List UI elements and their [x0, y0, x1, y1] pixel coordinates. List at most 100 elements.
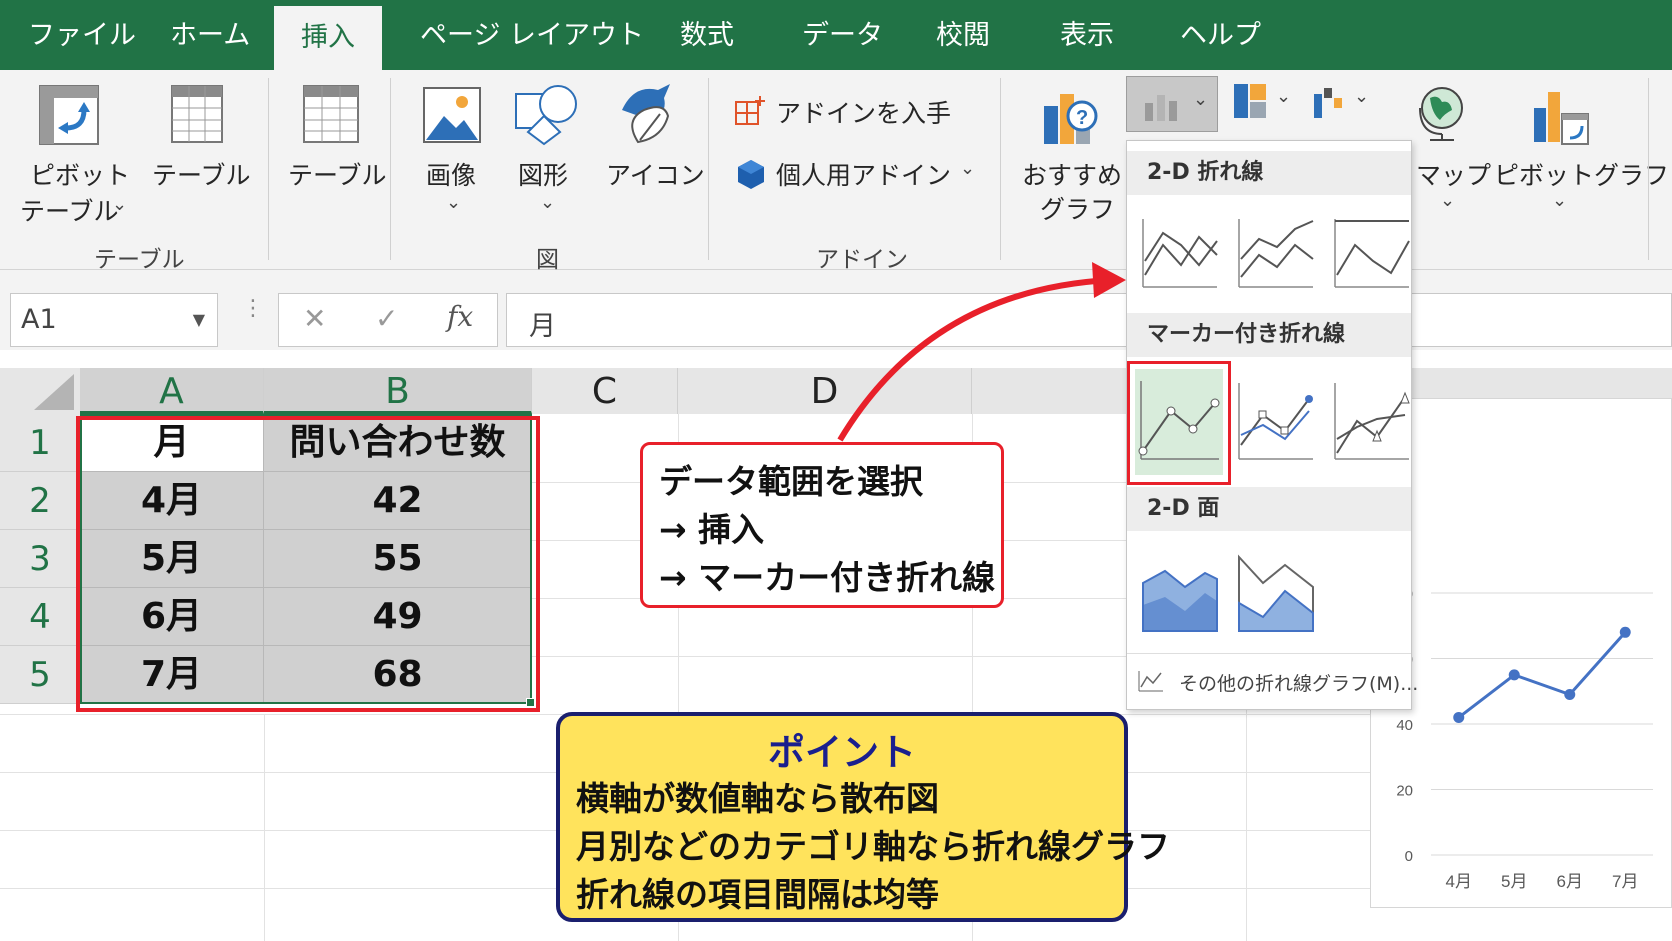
line-chart[interactable]: 0204060804月5月6月7月: [1370, 398, 1672, 908]
stacked-line-chart-thumb[interactable]: [1235, 215, 1315, 291]
cell-a4[interactable]: 6月: [80, 588, 264, 646]
enter-icon[interactable]: ✓: [375, 302, 398, 335]
pivot-table-label-1: ピボット: [30, 161, 131, 190]
chevron-down-icon: ⌄: [1552, 190, 1568, 211]
shapes-icon: [515, 85, 577, 146]
column-header-b[interactable]: B: [264, 368, 532, 414]
ribbon-separator: [390, 78, 391, 260]
point-line-3: 折れ線の項目間隔は均等: [576, 875, 939, 914]
cell-b3[interactable]: 55: [264, 530, 532, 588]
group-label-table: テーブル: [94, 247, 185, 273]
section-2d-area: 2-D 面: [1127, 487, 1411, 531]
tab-page-layout[interactable]: ページ レイアウト: [420, 0, 644, 70]
100pct-stacked-line-with-markers-thumb[interactable]: [1331, 375, 1411, 469]
tab-view[interactable]: 表示: [1060, 0, 1114, 70]
select-all-corner[interactable]: [0, 368, 80, 414]
icons-icon: [622, 84, 670, 144]
x-tick-label: 6月: [1557, 872, 1583, 891]
chevron-down-icon: ⌄: [960, 158, 976, 179]
ribbon-separator: [268, 78, 269, 260]
x-tick-label: 4月: [1446, 872, 1472, 891]
shapes-label: 図形: [518, 161, 569, 190]
point-callout: ポイント 横軸が数値軸なら散布図 月別などのカテゴリ軸なら折れ線グラフ 折れ線の…: [556, 712, 1170, 922]
map-label: マップ: [1416, 161, 1492, 190]
tab-review[interactable]: 校閲: [936, 0, 990, 70]
column-header-a[interactable]: A: [80, 368, 264, 414]
100pct-stacked-line-chart-thumb[interactable]: [1331, 215, 1411, 291]
y-tick-label: 0: [1405, 848, 1413, 865]
cell-a2[interactable]: 4月: [80, 472, 264, 530]
line-chart-dropdown: 2-D 折れ線 マーカー付き折れ線 2-D 面 その他の折れ線グラフ(M)...: [1126, 140, 1418, 710]
image-label: 画像: [426, 161, 477, 190]
chevron-down-icon: ⌄: [446, 192, 462, 213]
formula-value: 月: [529, 311, 556, 342]
stacked-area-chart-thumb[interactable]: [1235, 553, 1315, 635]
chevron-down-icon: ⌄: [540, 192, 556, 213]
globe-icon: [1419, 87, 1463, 141]
row-header-5[interactable]: 5: [0, 646, 80, 704]
cell-b4[interactable]: 49: [264, 588, 532, 646]
cell-a5[interactable]: 7月: [80, 646, 264, 704]
ribbon-separator: [708, 78, 709, 260]
tab-home[interactable]: ホーム: [170, 0, 250, 70]
formula-controls: ✕ ✓ fx: [278, 293, 498, 347]
chevron-down-icon: ⌄: [1276, 86, 1292, 107]
tab-help[interactable]: ヘルプ: [1180, 0, 1261, 70]
x-tick-label: 7月: [1612, 872, 1638, 891]
more-options-icon[interactable]: ⋮: [242, 296, 264, 321]
fill-handle[interactable]: [526, 698, 535, 707]
row-header-1[interactable]: 1: [0, 414, 80, 472]
select-all-triangle-icon: [34, 374, 74, 410]
pivot-table-label-2: テーブル: [20, 197, 119, 226]
hierarchy-chart-icon: [1234, 84, 1266, 118]
name-box[interactable]: A1 ▼: [10, 293, 218, 347]
x-tick-label: 5月: [1501, 872, 1527, 891]
tab-file[interactable]: ファイル: [28, 0, 136, 70]
data-point: [1508, 669, 1520, 681]
section-marker-line: マーカー付き折れ線: [1127, 313, 1411, 357]
area-chart-thumb[interactable]: [1139, 553, 1219, 635]
my-addins-label: 個人用アドイン: [776, 161, 952, 190]
stacked-line-with-markers-thumb[interactable]: [1235, 375, 1315, 469]
series-line: [1457, 631, 1627, 719]
chevron-down-icon: ⌄: [1440, 190, 1456, 211]
excel-window: { "tabs": ["ファイル", "ホーム", "挿入", "ページ レイア…: [0, 0, 1672, 941]
divider: [1127, 653, 1411, 654]
row-header-3[interactable]: 3: [0, 530, 80, 588]
cancel-icon[interactable]: ✕: [303, 302, 326, 335]
row-header-2[interactable]: 2: [0, 472, 80, 530]
more-line-charts-item[interactable]: その他の折れ線グラフ(M)...: [1127, 657, 1418, 705]
section-2d-line: 2-D 折れ線: [1127, 151, 1411, 195]
point-title: ポイント: [768, 731, 916, 774]
recommended-label-1: おすすめ: [1022, 161, 1123, 190]
insert-function-button[interactable]: fx: [447, 300, 473, 333]
more-line-charts-label: その他の折れ線グラフ(M)...: [1179, 673, 1419, 695]
recommended-charts-icon: ?: [1044, 94, 1098, 144]
cell-b5[interactable]: 68: [264, 646, 532, 704]
tab-data[interactable]: データ: [802, 0, 883, 70]
cell-b1[interactable]: 問い合わせ数: [264, 414, 532, 472]
table2-label: テーブル: [288, 161, 387, 190]
cell-a1[interactable]: 月: [80, 414, 264, 472]
column-header-c[interactable]: C: [532, 368, 678, 414]
chevron-down-icon: ⌄: [112, 194, 128, 215]
line-chart-icon: [1145, 95, 1177, 121]
red-arrow: [837, 262, 1126, 442]
table-label: テーブル: [152, 161, 251, 190]
cell-a3[interactable]: 5月: [80, 530, 264, 588]
pivot-table-icon: [39, 85, 99, 145]
get-addins-label: アドインを入手: [776, 99, 952, 128]
table-icon: [171, 85, 223, 143]
row-header-4[interactable]: 4: [0, 588, 80, 646]
pivot-chart-label: ピボットグラフ: [1494, 161, 1670, 190]
name-box-value: A1: [21, 304, 57, 335]
addins-store-icon: [735, 96, 765, 125]
tab-insert[interactable]: 挿入: [274, 6, 382, 70]
cell-b2[interactable]: 42: [264, 472, 532, 530]
line-with-markers-thumb[interactable]: [1135, 369, 1223, 475]
tab-formulas[interactable]: 数式: [680, 0, 734, 70]
line-chart-small-icon: [1138, 671, 1163, 692]
line-chart-button[interactable]: ⌄: [1126, 76, 1218, 132]
line-chart-thumb[interactable]: [1139, 215, 1219, 291]
recommended-label-2: グラフ: [1040, 195, 1116, 224]
